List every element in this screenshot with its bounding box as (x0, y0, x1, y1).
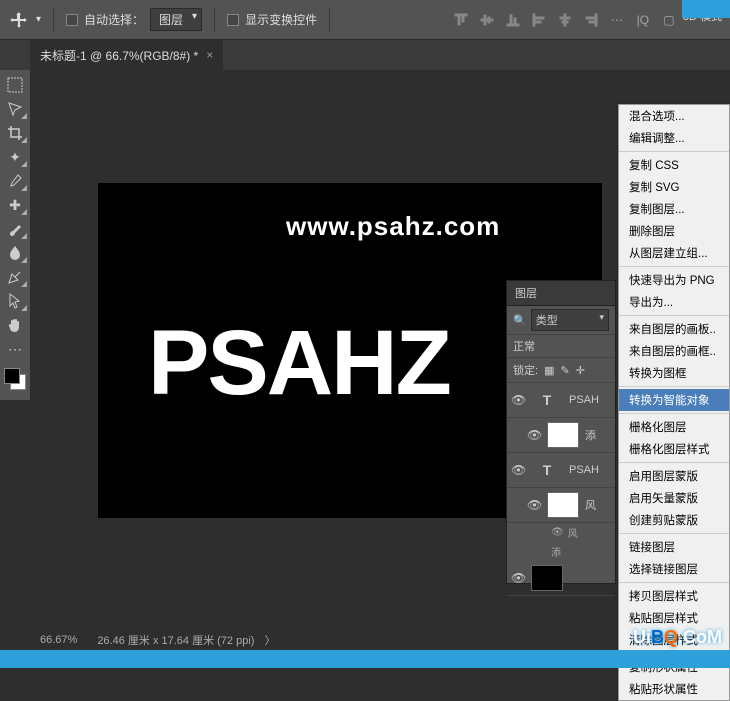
crop-tool-icon[interactable] (2, 122, 28, 144)
menu-item[interactable]: 从图层建立组... (619, 242, 729, 264)
close-icon[interactable]: × (206, 48, 213, 62)
auto-select-target[interactable]: 图层 (150, 8, 202, 31)
menu-item[interactable]: 复制 SVG (619, 176, 729, 198)
menu-item[interactable]: 创建剪贴蒙版 (619, 509, 729, 531)
menu-item[interactable]: 删除图层 (619, 220, 729, 242)
marquee-tool-icon[interactable] (2, 74, 28, 96)
tools-panel: ✦ ✚ ⋯ (0, 70, 30, 400)
layer-list: 👁 T PSAH 👁 添 👁 T PSAH 👁 风 👁 风 添 👁 (507, 383, 615, 583)
move-tool-icon[interactable] (8, 9, 30, 31)
lock-pixels-icon[interactable]: ▦ (544, 364, 554, 377)
healing-brush-tool-icon[interactable]: ✚ (2, 194, 28, 216)
path-selection-tool-icon[interactable] (2, 290, 28, 312)
menu-item[interactable]: 复制 CSS (619, 154, 729, 176)
visibility-icon[interactable]: 👁 (511, 571, 525, 585)
show-transform-label: 显示变换控件 (245, 11, 317, 28)
layer-row[interactable]: 👁 T PSAH (507, 383, 615, 418)
menu-item[interactable]: 来自图层的画板.. (619, 318, 729, 340)
menu-item[interactable]: 栅格化图层 (619, 416, 729, 438)
document-tab-title: 未标题-1 @ 66.7%(RGB/8#) * (40, 47, 198, 64)
document-dimensions[interactable]: 26.46 厘米 x 17.64 厘米 (72 ppi) (97, 632, 254, 648)
align-top-icon[interactable] (449, 8, 473, 32)
menu-item[interactable]: 转换为智能对象 (619, 389, 729, 411)
hand-tool-icon[interactable] (2, 314, 28, 336)
menu-item[interactable]: 拷贝图层样式 (619, 585, 729, 607)
watermark-text: www.psahz.com (286, 211, 500, 242)
text-layer-icon: T (531, 457, 563, 483)
layer-context-menu: 混合选项...编辑调整... 复制 CSS复制 SVG复制图层...删除图层从图层… (618, 104, 730, 701)
layer-row[interactable]: 👁 添 (507, 418, 615, 453)
layer-thumb (547, 492, 579, 518)
layer-effect[interactable]: 添 (507, 542, 615, 561)
lasso-tool-icon[interactable] (2, 98, 28, 120)
menu-item[interactable]: 链接图层 (619, 536, 729, 558)
align-left-icon[interactable] (527, 8, 551, 32)
menu-item[interactable]: 启用图层蒙版 (619, 465, 729, 487)
layer-row[interactable]: 👁 T PSAH (507, 453, 615, 488)
menu-item[interactable]: 粘贴图层样式 (619, 607, 729, 629)
align-vcenter-icon[interactable] (475, 8, 499, 32)
layers-panel: 图层 🔍 类型 正常 锁定: ▦ ✎ ✛ 👁 T PSAH 👁 添 👁 T PS… (506, 280, 616, 584)
pen-tool-icon[interactable] (2, 266, 28, 288)
visibility-icon[interactable]: 👁 (511, 393, 525, 407)
visibility-icon[interactable]: 👁 (527, 428, 541, 442)
menu-item[interactable]: 选择链接图层 (619, 558, 729, 580)
menu-item[interactable]: 启用矢量蒙版 (619, 487, 729, 509)
blend-mode-select[interactable]: 正常 (513, 338, 535, 354)
layer-row[interactable]: 👁 风 (507, 488, 615, 523)
zoom-level[interactable]: 66.67% (40, 634, 87, 646)
align-hcenter-icon[interactable] (553, 8, 577, 32)
blur-tool-icon[interactable] (2, 242, 28, 264)
uibq-watermark: UiBQ.CoM (633, 627, 722, 648)
visibility-icon[interactable]: 👁 (527, 498, 541, 512)
document-tab-bar: 未标题-1 @ 66.7%(RGB/8#) * × (0, 40, 730, 70)
chevron-down-icon[interactable]: ▾ (36, 14, 41, 25)
3d-panel-icon[interactable]: ▢ (657, 8, 681, 32)
layers-panel-tab[interactable]: 图层 (507, 281, 615, 306)
visibility-icon[interactable]: 👁 (551, 527, 564, 538)
menu-item[interactable]: 导出为... (619, 291, 729, 313)
menu-item[interactable]: 转换为图框 (619, 362, 729, 384)
lock-all-icon[interactable]: ✛ (576, 364, 585, 377)
layer-filter-type[interactable]: 类型 (531, 309, 609, 331)
options-bar: ▾ 自动选择： 图层 显示变换控件 ⋯ |Q ▢ 3D 模式 (0, 0, 730, 40)
menu-item[interactable]: 快速导出为 PNG (619, 269, 729, 291)
foreground-color-swatch[interactable] (4, 368, 20, 384)
menu-item[interactable]: 来自图层的画框.. (619, 340, 729, 362)
chevron-right-icon[interactable]: 〉 (264, 632, 275, 648)
layer-thumb (547, 422, 579, 448)
document-tab[interactable]: 未标题-1 @ 66.7%(RGB/8#) * × (30, 40, 223, 70)
more-icon[interactable]: |Q (631, 8, 655, 32)
menu-item[interactable]: 栅格化图层样式 (619, 438, 729, 460)
eyedropper-tool-icon[interactable] (2, 170, 28, 192)
layer-row[interactable]: 👁 (507, 561, 615, 596)
more-tools-icon[interactable]: ⋯ (2, 338, 28, 360)
menu-item[interactable]: 编辑调整... (619, 127, 729, 149)
layer-effect[interactable]: 👁 风 (507, 523, 615, 542)
menu-item[interactable]: 混合选项... (619, 105, 729, 127)
artwork-text: PSAHZ (148, 311, 450, 416)
foreground-background-colors[interactable] (4, 368, 26, 390)
layer-thumb (531, 565, 563, 591)
lock-label: 锁定: (513, 362, 538, 378)
align-right-icon[interactable] (579, 8, 603, 32)
distribute-icon[interactable]: ⋯ (605, 8, 629, 32)
brush-tool-icon[interactable] (2, 218, 28, 240)
menu-item[interactable]: 复制图层... (619, 198, 729, 220)
visibility-icon[interactable]: 👁 (511, 463, 525, 477)
lock-position-icon[interactable]: ✎ (560, 364, 569, 377)
taskbar (0, 650, 730, 668)
status-bar: 66.67% 26.46 厘米 x 17.64 厘米 (72 ppi) 〉 (30, 630, 285, 650)
auto-select-checkbox[interactable] (66, 14, 78, 26)
align-bottom-icon[interactable] (501, 8, 525, 32)
auto-select-label: 自动选择： (84, 11, 144, 28)
text-layer-icon: T (531, 387, 563, 413)
magic-wand-tool-icon[interactable]: ✦ (2, 146, 28, 168)
search-icon[interactable]: 🔍 (513, 314, 527, 327)
menu-item[interactable]: 粘贴形状属性 (619, 678, 729, 700)
show-transform-checkbox[interactable] (227, 14, 239, 26)
